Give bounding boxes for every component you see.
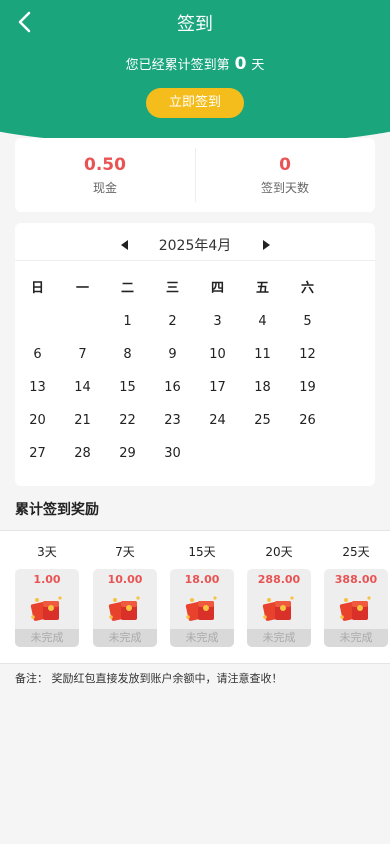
reward-amount: 388.00: [334, 573, 378, 586]
calendar-day: 7: [78, 347, 87, 362]
weekday-label: 五: [255, 281, 269, 296]
calendar-day: 18: [254, 380, 271, 395]
summary-suffix: 天: [251, 58, 265, 73]
reward-days: 3天: [37, 545, 57, 559]
calendar-week: 20 21 22 23 24 25 26: [15, 404, 375, 437]
weekday-label: 三: [165, 281, 179, 296]
calendar-day: 4: [258, 314, 267, 329]
calendar-day: 27: [29, 446, 46, 461]
weekday-label: 一: [75, 281, 89, 296]
red-envelope-icon: [339, 596, 371, 621]
page-title: 签到: [177, 14, 213, 35]
weekday-row: 日 一 二 三 四 五 六: [15, 272, 375, 305]
calendar-week: 13 14 15 16 17 18 19: [15, 371, 375, 404]
stat-label: 现金: [92, 181, 117, 195]
calendar-day: 11: [254, 347, 271, 362]
reward-card: 288.00 未完成: [247, 569, 311, 647]
red-envelope-icon: [108, 596, 140, 621]
calendar-day: [15, 305, 60, 338]
reward-status: 未完成: [15, 629, 79, 647]
calendar-day: 26: [299, 413, 316, 428]
stat-cash: 0.50 现金: [15, 138, 195, 212]
calendar-grid: 日 一 二 三 四 五 六 1 2 3 4 5 6 7 8 9 10 11 12…: [15, 272, 375, 470]
reward-days: 20天: [265, 545, 293, 559]
signin-days-count: 0: [234, 54, 247, 74]
next-month-icon[interactable]: [263, 240, 270, 250]
rewards-list: 3天 1.00 未完成 7天 10.00 未完成 15天 18.00 未完成 2…: [0, 530, 390, 664]
reward-status: 未完成: [170, 629, 234, 647]
stats-card: 0.50 现金 0 签到天数: [15, 138, 375, 212]
calendar-day: 24: [209, 413, 226, 428]
calendar-day: 17: [209, 380, 226, 395]
calendar-day: 28: [74, 446, 91, 461]
reward-amount: 1.00: [33, 573, 61, 586]
rewards-title: 累计签到奖励: [15, 502, 99, 518]
calendar-day: [285, 437, 330, 470]
calendar-day: 19: [299, 380, 316, 395]
calendar-week: 27 28 29 30: [15, 437, 375, 470]
reward-status: 未完成: [324, 629, 388, 647]
red-envelope-icon: [185, 596, 217, 621]
reward-amount: 18.00: [184, 573, 220, 586]
calendar-day: 10: [209, 347, 226, 362]
summary-prefix: 您已经累计签到第: [125, 58, 230, 73]
calendar-day: 12: [299, 347, 316, 362]
calendar-day: 6: [33, 347, 42, 362]
header: 签到 您已经累计签到第 0 天 立即签到: [0, 0, 390, 150]
calendar-day: 23: [164, 413, 181, 428]
calendar-day: 20: [29, 413, 46, 428]
calendar-day: 30: [164, 446, 181, 461]
red-envelope-icon: [262, 596, 294, 621]
calendar: 2025年4月 日 一 二 三 四 五 六 1 2 3 4 5 6 7 8 9 …: [15, 223, 375, 486]
weekday-label: 日: [30, 281, 44, 296]
calendar-day: 2: [168, 314, 177, 329]
reward-days: 25天: [342, 545, 370, 559]
reward-amount: 10.00: [107, 573, 143, 586]
calendar-day: 22: [119, 413, 136, 428]
reward-status: 未完成: [93, 629, 157, 647]
calendar-month: 2025年4月: [158, 238, 232, 254]
stat-label: 签到天数: [260, 181, 309, 195]
stat-value: 0: [279, 155, 291, 175]
calendar-day: [195, 437, 240, 470]
calendar-day: 29: [119, 446, 136, 461]
reward-amount: 288.00: [257, 573, 301, 586]
divider: [15, 260, 375, 261]
weekday-label: 二: [120, 281, 134, 296]
calendar-week: 1 2 3 4 5: [15, 305, 375, 338]
calendar-day: 21: [74, 413, 91, 428]
reward-note: 备注： 奖励红包直接发放到账户余额中，请注意查收！: [15, 672, 283, 685]
calendar-day: 13: [29, 380, 46, 395]
calendar-day: 25: [254, 413, 271, 428]
reward-days: 15天: [188, 545, 216, 559]
calendar-week: 6 7 8 9 10 11 12: [15, 338, 375, 371]
calendar-day: 5: [303, 314, 312, 329]
reward-status: 未完成: [247, 629, 311, 647]
calendar-day: [240, 437, 285, 470]
stat-days: 0 签到天数: [195, 138, 375, 212]
weekday-label: 四: [210, 281, 224, 296]
red-envelope-icon: [30, 596, 62, 621]
reward-days: 7天: [115, 545, 135, 559]
calendar-day: 8: [123, 347, 132, 362]
stat-value: 0.50: [84, 155, 126, 175]
reward-card: 10.00 未完成: [93, 569, 157, 647]
calendar-day: 9: [168, 347, 177, 362]
reward-card: 18.00 未完成: [170, 569, 234, 647]
weekday-label: 六: [300, 281, 314, 296]
calendar-day: 16: [164, 380, 181, 395]
calendar-day: [60, 305, 105, 338]
calendar-day: 3: [213, 314, 222, 329]
reward-card: 1.00 未完成: [15, 569, 79, 647]
sign-in-button[interactable]: 立即签到: [146, 88, 244, 118]
calendar-day: 1: [123, 314, 132, 329]
calendar-day: 14: [74, 380, 91, 395]
calendar-day: 15: [119, 380, 136, 395]
reward-card: 388.00 未完成: [324, 569, 388, 647]
signin-summary: 您已经累计签到第 0 天: [0, 54, 390, 74]
